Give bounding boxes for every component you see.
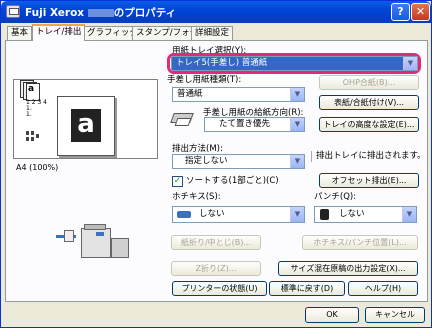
tab-advanced[interactable]: 詳細設定 <box>191 26 234 40</box>
printer-illustration <box>56 220 131 262</box>
printer-icon <box>6 5 20 18</box>
cancel-button[interactable]: キャンセル <box>365 307 425 323</box>
staple-label: ホチキス(S): <box>172 192 221 202</box>
chevron-down-icon: ▼ <box>402 207 416 222</box>
tray-stack-icon: a <box>20 80 42 101</box>
fold-button[interactable]: 紙折り/中とじ(B)... <box>171 235 261 250</box>
sort-checkbox[interactable]: ✓ <box>172 176 183 187</box>
ok-button[interactable]: OK <box>305 307 359 323</box>
output-note: 排出トレイに排出されます。 <box>311 151 426 162</box>
ohp-insert-button[interactable]: OHP合紙(B)... <box>319 75 419 90</box>
staple-dots-icon <box>26 131 43 145</box>
chevron-down-icon: ▼ <box>290 118 304 131</box>
punch-select[interactable]: しない ▼ <box>314 206 417 223</box>
output-method-select[interactable]: 指定しない ▼ <box>172 154 305 169</box>
cover-insert-button[interactable]: 表紙/合紙付け(V)... <box>319 95 419 110</box>
restore-defaults-button[interactable]: 標準に戻す(D) <box>269 281 345 296</box>
chevron-down-icon: ▼ <box>290 155 304 168</box>
chevron-down-icon: ▼ <box>403 57 417 70</box>
paper-letter: a <box>71 109 101 142</box>
properties-window: Fuji Xerox のプロパティ ? ✕ 基本 トレイ/排出 グラフィックス … <box>0 0 432 328</box>
close-title-button[interactable]: ✕ <box>411 3 430 21</box>
bypass-type-label: 手差し用紙種類(T): <box>167 75 242 85</box>
tray-advanced-button[interactable]: トレイの高度な設定(E)... <box>319 117 419 132</box>
sort-label: ソートする(1部ごと)(C) <box>186 176 279 186</box>
feed-direction-icon <box>169 109 195 131</box>
punch-label: パンチ(Q): <box>314 192 357 202</box>
tray-select[interactable]: トレイ5(手差し) 普通紙 ▼ <box>171 56 418 71</box>
tab-tray-output[interactable]: トレイ/排出 <box>32 24 86 41</box>
help-button[interactable]: ヘルプ(H) <box>348 281 418 296</box>
redacted-model-name <box>87 9 114 17</box>
staple-select[interactable]: しない ▼ <box>172 206 305 223</box>
paper-preview: a 1 2 3 4 1. 1. a <box>13 79 158 159</box>
help-title-button[interactable]: ? <box>391 3 410 21</box>
preview-caption: A4 (100%) <box>16 163 59 172</box>
title-bar[interactable]: Fuji Xerox のプロパティ ? ✕ <box>1 1 431 23</box>
zfold-button[interactable]: Z折り(Z)... <box>171 261 261 276</box>
window-title: Fuji Xerox のプロパティ <box>25 7 177 19</box>
punch-icon <box>320 209 329 220</box>
staple-icon <box>177 211 191 218</box>
mixed-size-output-button[interactable]: サイズ混在原稿の出力設定(X)... <box>278 261 418 276</box>
paper-sheet: a <box>57 96 115 156</box>
chevron-down-icon: ▼ <box>290 88 304 101</box>
staple-position-button[interactable]: ホチキス/パンチ位置(L)... <box>302 235 418 250</box>
printer-status-button[interactable]: プリンターの状態(U) <box>172 281 267 296</box>
bypass-orientation-select[interactable]: たて置き優先 ▼ <box>204 117 305 132</box>
bypass-type-select[interactable]: 普通紙 ▼ <box>172 87 305 102</box>
tray-numbers: 1 2 3 4 1. 1. <box>26 99 47 118</box>
tab-basic[interactable]: 基本 <box>7 26 33 40</box>
chevron-down-icon: ▼ <box>290 207 304 222</box>
offset-output-button[interactable]: オフセット排出(E)... <box>319 173 419 188</box>
